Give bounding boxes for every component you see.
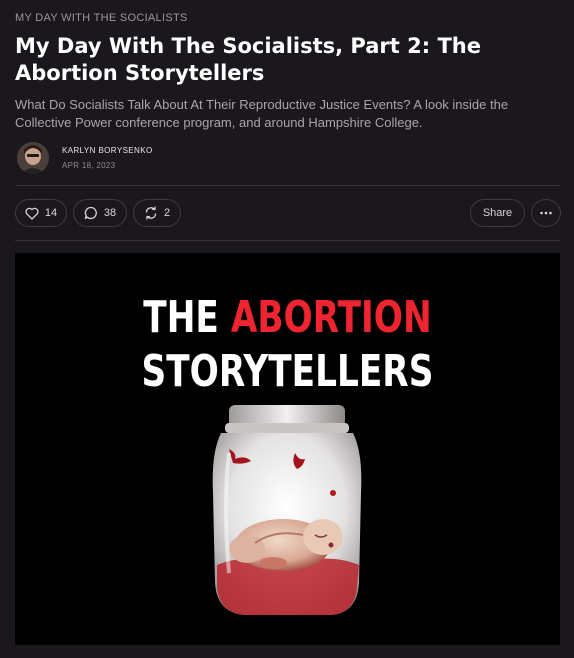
restack-button[interactable]: 2 [133, 199, 181, 227]
author-avatar[interactable] [17, 142, 49, 174]
share-label: Share [482, 207, 513, 219]
more-icon [540, 211, 552, 215]
restack-icon [145, 206, 157, 220]
divider-top [15, 185, 560, 186]
avatar-image [17, 142, 49, 174]
divider-bottom [15, 240, 560, 241]
like-count: 14 [44, 207, 58, 219]
comment-count: 38 [103, 207, 117, 219]
jar-illustration [212, 405, 362, 615]
heart-icon [25, 207, 39, 220]
post-subtitle: What Do Socialists Talk About At Their R… [15, 97, 509, 130]
post-date: APR 18, 2023 [62, 161, 116, 170]
share-button[interactable]: Share [470, 199, 525, 227]
more-button[interactable] [531, 199, 561, 227]
post-title: My Day With The Socialists, Part 2: The … [15, 34, 481, 85]
hero-image[interactable]: THE ABORTION STORYTELLERS [15, 253, 560, 645]
restack-count: 2 [163, 207, 171, 219]
like-button[interactable]: 14 [15, 199, 67, 227]
comment-button[interactable]: 38 [73, 199, 127, 227]
comment-icon [84, 206, 97, 220]
section-label[interactable]: MY DAY WITH THE SOCIALISTS [15, 12, 188, 24]
author-name[interactable]: KARLYN BORYSENKO [62, 146, 153, 155]
